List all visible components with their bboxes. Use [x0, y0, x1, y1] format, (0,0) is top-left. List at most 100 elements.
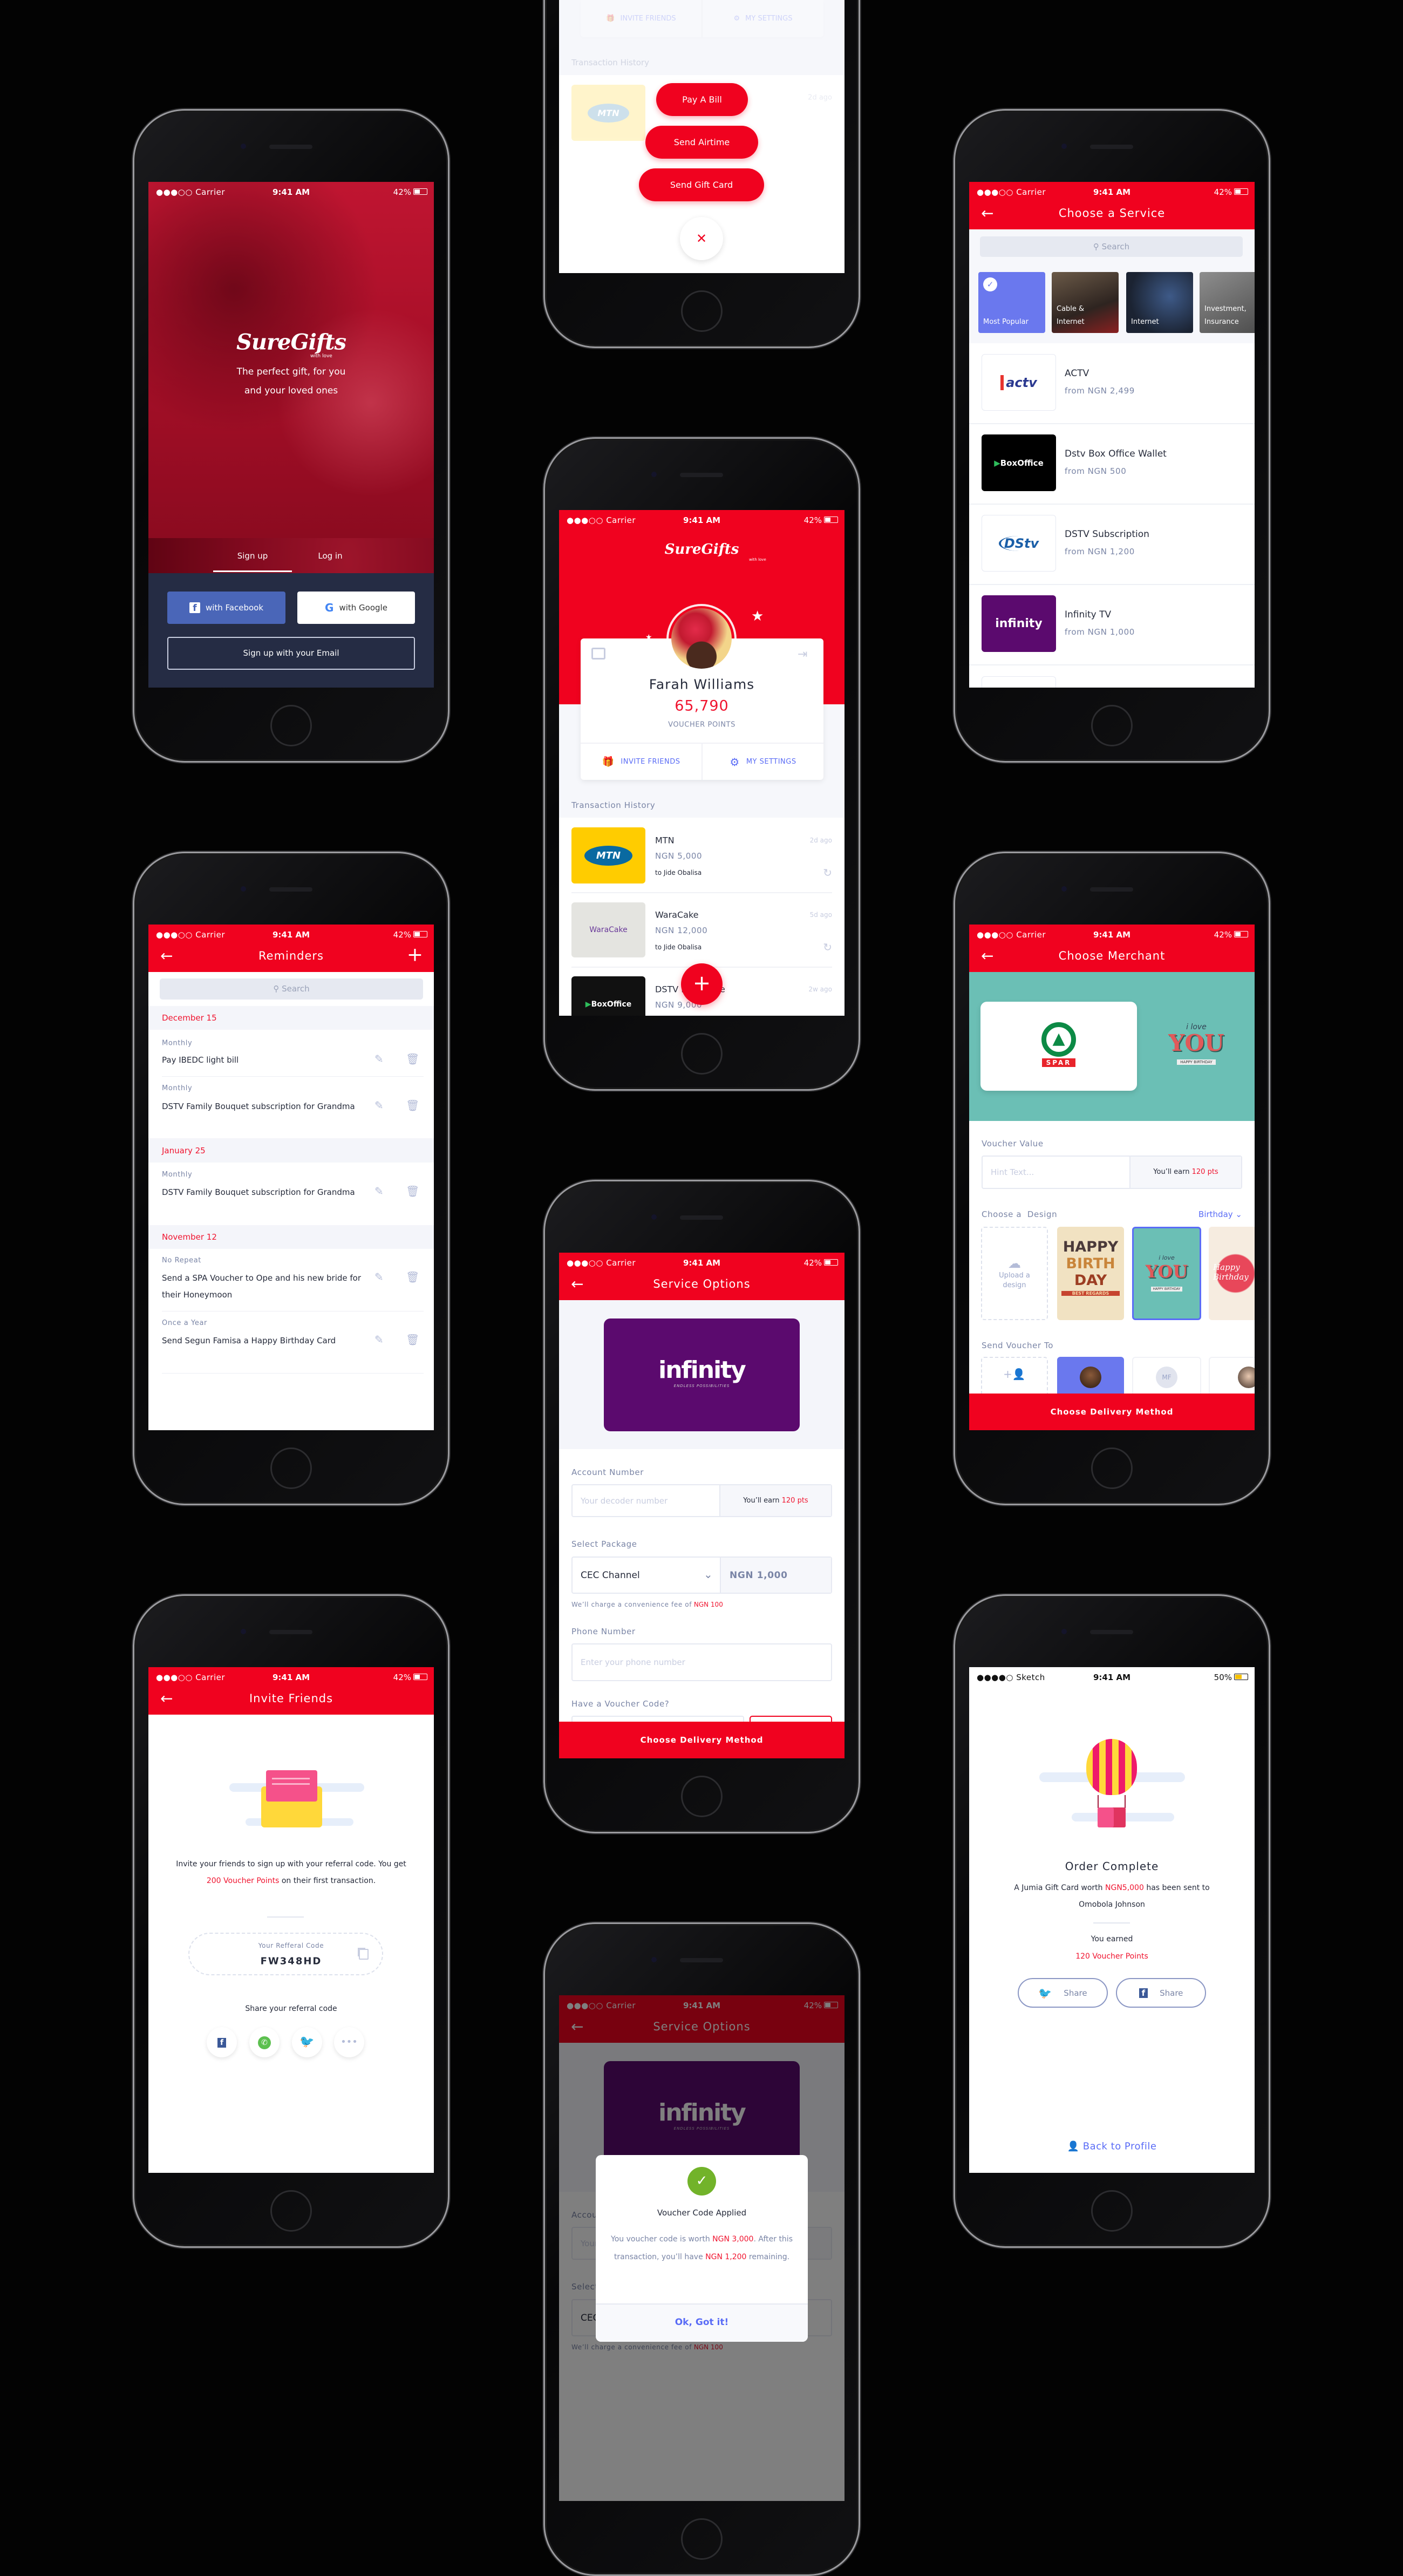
- service-name[interactable]: ACTV: [1065, 368, 1089, 379]
- phone-number-placeholder: Enter your phone number: [581, 1657, 685, 1667]
- pencil-icon[interactable]: ✎: [374, 1099, 384, 1112]
- ok-got-it-button[interactable]: Ok, Got it!: [596, 2303, 808, 2342]
- design-card-cupcakes[interactable]: Happy Birthday: [1209, 1227, 1255, 1320]
- share-twitter-button[interactable]: 🐦 Share: [1018, 1978, 1108, 2008]
- share-more-button[interactable]: •••: [334, 2027, 364, 2057]
- category-investment-insurance[interactable]: Investment, Insurance: [1200, 272, 1255, 333]
- page-title: Choose a Service: [1058, 207, 1166, 220]
- pencil-icon[interactable]: ✎: [374, 1270, 384, 1283]
- phone-service-options: ●●●○○ Carrier 9:41 AM 42% ← Service Option…: [543, 1180, 860, 1833]
- chevron-down-icon[interactable]: ⌄: [704, 1568, 713, 1581]
- service-name[interactable]: DSTV Subscription: [1065, 529, 1149, 540]
- select-package-label: Select Package: [571, 1539, 637, 1549]
- transaction-amount: NGN 12,000: [655, 926, 708, 935]
- design-text: Happy Birthday: [1213, 1262, 1249, 1282]
- design-filter-dropdown[interactable]: Birthday ⌄: [1198, 1209, 1242, 1219]
- choose-delivery-method-button[interactable]: Choose Delivery Method: [559, 1722, 844, 1758]
- battery-level: 42%: [1214, 187, 1232, 197]
- avatar[interactable]: [671, 608, 732, 669]
- search-input[interactable]: ⚲ Search: [160, 978, 423, 1000]
- home-button: [1091, 1447, 1133, 1489]
- trash-icon[interactable]: 🗑: [406, 1052, 419, 1065]
- design-text: BEST REGARDS: [1061, 1291, 1120, 1296]
- upload-label: Upload a design: [999, 1272, 1030, 1289]
- auth-panel: [148, 573, 434, 688]
- trash-icon[interactable]: 🗑: [406, 1270, 419, 1283]
- my-settings-button[interactable]: ⚙ MY SETTINGS: [703, 744, 823, 780]
- battery-icon: [824, 1259, 838, 1266]
- my-settings-button[interactable]: ⚙ MY SETTINGS: [703, 0, 823, 37]
- reminder-text[interactable]: DSTV Family Bouquet subscription for Gra…: [162, 1184, 364, 1201]
- repeat-icon[interactable]: ↻: [823, 941, 832, 954]
- share-facebook-button[interactable]: f Share: [1116, 1978, 1206, 2008]
- pay-bill-button[interactable]: Pay A Bill: [656, 83, 748, 116]
- share-facebook-button[interactable]: f: [207, 2027, 237, 2057]
- spar-logo-text: SPAR: [1041, 1058, 1076, 1067]
- merchant-card[interactable]: ▲ SPAR: [980, 1002, 1137, 1091]
- send-airtime-button[interactable]: Send Airtime: [645, 126, 758, 159]
- add-fab-button[interactable]: +: [681, 963, 723, 1005]
- category-internet[interactable]: Internet: [1126, 272, 1193, 333]
- status-bar: ●●●●○ Sketch 9:41 AM 50%: [969, 1667, 1255, 1689]
- page-title: Choose Merchant: [1058, 949, 1166, 962]
- pencil-icon[interactable]: ✎: [374, 1333, 384, 1346]
- convenience-fee-note: We’ll charge a convenience fee of NGN 10…: [571, 1601, 723, 1608]
- choose-delivery-method-button[interactable]: Choose Delivery Method: [969, 1394, 1255, 1430]
- add-reminder-button[interactable]: +: [407, 944, 423, 966]
- logout-icon[interactable]: ⇥: [798, 648, 807, 661]
- avatar: [1238, 1367, 1255, 1388]
- trash-icon[interactable]: 🗑: [406, 1099, 419, 1112]
- reminder-text[interactable]: Send Segun Famisa a Happy Birthday Card: [162, 1333, 364, 1349]
- reminder-text[interactable]: Pay IBEDC light bill: [162, 1055, 364, 1065]
- order-complete-screen: ●●●●○ Sketch 9:41 AM 50% Order Complete A …: [969, 1667, 1255, 2173]
- invite-friends-button[interactable]: 🎁 INVITE FRIENDS: [581, 0, 703, 37]
- copy-icon[interactable]: [359, 1949, 369, 1960]
- fee-amount: NGN 100: [693, 1601, 723, 1608]
- referral-code[interactable]: FW348HD: [148, 1956, 434, 1967]
- share-whatsapp-button[interactable]: ✆: [249, 2027, 280, 2057]
- email-signup-button[interactable]: Sign up with your Email: [167, 637, 415, 670]
- choose-design-label: Choose a Design: [982, 1209, 1058, 1219]
- tab-sign-up[interactable]: Sign up: [213, 551, 292, 561]
- design-text: YOU: [1145, 1261, 1188, 1282]
- design-card-happy-birthday[interactable]: HAPPY BIRTH DAY BEST REGARDS: [1057, 1227, 1124, 1320]
- service-name[interactable]: Infinity TV: [1065, 609, 1111, 620]
- pencil-icon[interactable]: ✎: [374, 1185, 384, 1198]
- clock: 9:41 AM: [1093, 930, 1131, 940]
- brand-tagline-logo: with love: [310, 354, 332, 359]
- invite-friends-button[interactable]: 🎁 INVITE FRIENDS: [581, 744, 703, 780]
- search-input[interactable]: ⚲ Search: [980, 236, 1243, 257]
- phone-number-label: Phone Number: [571, 1627, 636, 1636]
- home-button: [681, 2518, 723, 2560]
- camera: [241, 144, 246, 149]
- share-twitter-button[interactable]: 🐦: [292, 2027, 322, 2057]
- service-name[interactable]: Dstv Box Office Wallet: [1065, 448, 1167, 459]
- design-card-i-love-you-selected[interactable]: i love YOU HAPPY BIRTHDAY: [1132, 1227, 1201, 1320]
- voucher-points-value: 65,790: [675, 697, 729, 715]
- calendar-icon[interactable]: [591, 648, 605, 660]
- back-to-profile-link[interactable]: 👤 Back to Profile: [969, 2141, 1255, 2152]
- earned-points: 120 Voucher Points: [1075, 1952, 1148, 1961]
- trash-icon[interactable]: 🗑: [406, 1185, 419, 1198]
- message-text: on their first transaction.: [279, 1877, 376, 1885]
- close-menu-button[interactable]: ✕: [680, 217, 723, 260]
- avatar: [1080, 1367, 1101, 1388]
- trash-icon[interactable]: 🗑: [406, 1333, 419, 1346]
- facebook-signup-button[interactable]: f with Facebook: [167, 592, 285, 624]
- upload-design-button[interactable]: ☁ Upload a design: [981, 1227, 1048, 1320]
- brand-logo: SureGifts: [236, 329, 346, 355]
- category-most-popular[interactable]: ✓ Most Popular: [978, 272, 1045, 333]
- pencil-icon[interactable]: ✎: [374, 1052, 384, 1065]
- category-cable-internet[interactable]: Cable & Internet: [1052, 272, 1119, 333]
- send-gift-card-button[interactable]: Send Gift Card: [639, 168, 764, 201]
- close-icon: ✕: [696, 231, 707, 246]
- phone-signup: ●●●○○ Carrier 9:41 AM 42% SureGifts with l…: [133, 109, 449, 763]
- reminder-text[interactable]: DSTV Family Bouquet subscription for Gra…: [162, 1098, 364, 1115]
- repeat-icon[interactable]: ↻: [823, 866, 832, 879]
- transaction-merchant[interactable]: MTN: [655, 835, 675, 846]
- reminder-text[interactable]: Send a SPA Voucher to Ope and his new br…: [162, 1270, 364, 1303]
- message-points: 200 Voucher Points: [206, 1877, 280, 1885]
- transaction-merchant[interactable]: WaraCake: [655, 910, 699, 920]
- google-signup-button[interactable]: G with Google: [297, 592, 415, 624]
- tab-log-in[interactable]: Log in: [305, 551, 356, 561]
